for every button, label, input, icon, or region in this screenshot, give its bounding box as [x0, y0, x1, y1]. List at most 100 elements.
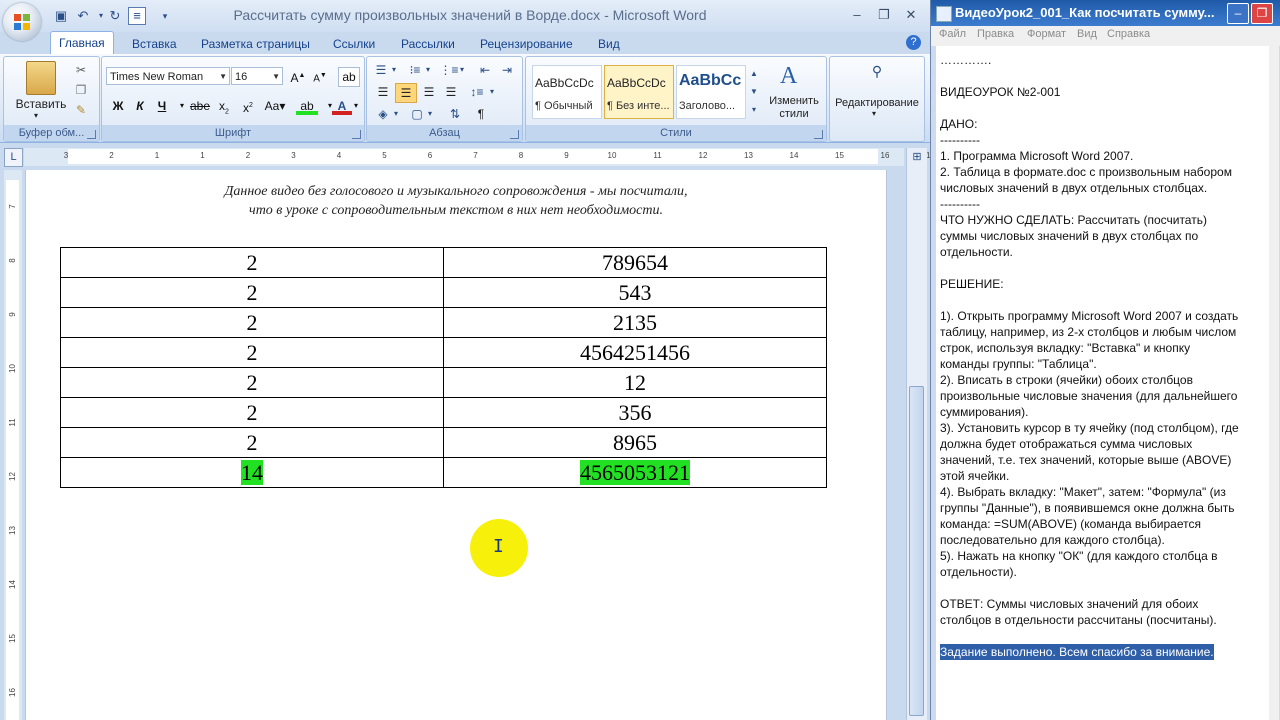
font-color-dropdown-icon[interactable]: ▾ [350, 97, 362, 115]
shrink-font-icon[interactable]: A▼ [310, 67, 330, 85]
ruler-toggle-icon[interactable]: ⊞ [909, 150, 925, 166]
menu-view[interactable]: Вид [1077, 28, 1097, 40]
table-cell[interactable]: 2 [60, 307, 444, 338]
menu-edit[interactable]: Правка [977, 28, 1014, 40]
increase-indent-icon[interactable]: ⇥ [497, 61, 517, 79]
styles-more-icon[interactable]: ▾ [748, 101, 760, 119]
clear-format-icon[interactable]: ab [338, 67, 360, 87]
underline-button[interactable]: Ч [152, 97, 172, 115]
italic-button[interactable]: К [130, 97, 150, 115]
editing-dropdown-icon[interactable]: ▾ [872, 109, 876, 118]
table-cell[interactable]: 789654 [443, 247, 827, 278]
vertical-scrollbar[interactable]: ⊞ [906, 148, 927, 720]
justify-icon[interactable]: ☰ [441, 83, 461, 101]
table-cell[interactable]: 2 [60, 397, 444, 428]
save-icon[interactable]: ▣ [52, 7, 70, 25]
bullets-dropdown-icon[interactable]: ▾ [389, 61, 399, 79]
paste-dropdown-icon[interactable]: ▾ [34, 111, 38, 120]
line-spacing-dropdown-icon[interactable]: ▾ [487, 83, 497, 101]
tab-insert[interactable]: Вставка [124, 34, 185, 54]
table-cell[interactable]: 8965 [443, 427, 827, 458]
office-button[interactable] [3, 3, 41, 41]
paragraph-launcher-icon[interactable] [510, 130, 519, 139]
table-cell[interactable]: 14 [60, 457, 444, 488]
change-styles-button[interactable]: Изменить стили [764, 95, 824, 121]
table-cell[interactable]: 12 [443, 367, 827, 398]
superscript-icon[interactable]: x2 [238, 97, 258, 115]
grow-font-icon[interactable]: A▲ [288, 67, 308, 85]
document-page[interactable]: Данное видео без голосового и музыкально… [25, 170, 887, 720]
numbering-dropdown-icon[interactable]: ▾ [423, 61, 433, 79]
tab-home[interactable]: Главная [50, 31, 114, 55]
tab-references[interactable]: Ссылки [325, 34, 383, 54]
change-case-icon[interactable]: Aa▾ [262, 97, 288, 115]
shading-icon[interactable]: ◈ [373, 105, 393, 123]
subscript-icon[interactable]: x2 [214, 97, 234, 115]
customize-qat-icon[interactable]: ▾ [156, 7, 174, 25]
horizontal-ruler[interactable]: 3211234567891011121314151617 [24, 148, 930, 166]
paste-icon[interactable] [26, 61, 56, 95]
clipboard-launcher-icon[interactable] [87, 130, 96, 139]
strikethrough-button[interactable]: abe [188, 97, 212, 115]
maximize-button[interactable]: ❐ [873, 6, 895, 24]
paste-button[interactable]: Вставить [8, 97, 74, 111]
format-painter-icon[interactable]: ✎ [74, 103, 88, 117]
table-cell[interactable]: 2 [60, 367, 444, 398]
editing-button[interactable]: Редактирование [830, 97, 924, 109]
sort-icon[interactable]: ⇅ [445, 105, 465, 123]
tab-selector-icon[interactable]: L [4, 148, 23, 167]
values-table[interactable]: 2 789654 2 543 2 2135 2 4564251456 2 12 2 356 2 8965 1… [60, 247, 827, 488]
menu-help[interactable]: Справка [1107, 28, 1150, 40]
styles-scroll-down-icon[interactable]: ▼ [748, 83, 760, 101]
style-normal[interactable]: AaBbCcDc ¶ Обычный [532, 65, 602, 119]
align-left-icon[interactable]: ☰ [373, 83, 393, 101]
tab-review[interactable]: Рецензирование [472, 34, 581, 54]
undo-icon[interactable]: ↶ [74, 7, 92, 25]
change-styles-icon[interactable]: A [780, 63, 797, 90]
font-name-combo[interactable]: Times New Roman ▼ [106, 67, 230, 85]
show-marks-icon[interactable]: ¶ [471, 105, 491, 123]
styles-scroll-up-icon[interactable]: ▲ [748, 65, 760, 83]
font-size-combo[interactable]: 16 ▼ [231, 67, 283, 85]
table-cell[interactable]: 4565053121 [443, 457, 827, 488]
copy-icon[interactable]: ❐ [74, 83, 88, 97]
table-cell[interactable]: 2 [60, 427, 444, 458]
redo-icon[interactable]: ↻ [106, 7, 124, 25]
table-cell[interactable]: 2 [60, 247, 444, 278]
style-heading[interactable]: AaBbCc Заголово... [676, 65, 746, 119]
shading-dropdown-icon[interactable]: ▾ [391, 105, 401, 123]
scroll-thumb[interactable] [909, 386, 924, 716]
align-center-icon[interactable]: ☰ [395, 83, 417, 103]
table-cell[interactable]: 356 [443, 397, 827, 428]
multilevel-list-icon[interactable]: ⋮≡ [439, 61, 459, 79]
notepad-scrollbar[interactable] [1269, 46, 1279, 720]
style-no-spacing[interactable]: AaBbCcDc ¶ Без инте... [604, 65, 674, 119]
tab-view[interactable]: Вид [590, 34, 628, 54]
table-cell[interactable]: 543 [443, 277, 827, 308]
help-icon[interactable]: ? [906, 35, 921, 50]
vertical-ruler[interactable]: 7891011121314151617 [4, 170, 22, 720]
line-spacing-icon[interactable]: ↕≡ [467, 83, 487, 101]
tab-mailings[interactable]: Рассылки [393, 34, 463, 54]
table-cell[interactable]: 2 [60, 337, 444, 368]
bold-button[interactable]: Ж [108, 97, 128, 115]
borders-dropdown-icon[interactable]: ▾ [425, 105, 435, 123]
table-cell[interactable]: 2 [60, 277, 444, 308]
styles-launcher-icon[interactable] [814, 130, 823, 139]
notepad-minimize-button[interactable]: – [1227, 3, 1249, 24]
print-layout-icon[interactable]: ≡ [128, 7, 146, 25]
notepad-maximize-button[interactable]: ❐ [1251, 3, 1273, 24]
menu-file[interactable]: Файл [939, 28, 966, 40]
bullets-icon[interactable]: ☰ [371, 61, 391, 79]
font-launcher-icon[interactable] [352, 130, 361, 139]
multilevel-dropdown-icon[interactable]: ▾ [457, 61, 467, 79]
table-cell[interactable]: 4564251456 [443, 337, 827, 368]
tab-page-layout[interactable]: Разметка страницы [193, 34, 318, 54]
cut-icon[interactable]: ✂ [74, 63, 88, 77]
close-button[interactable]: ✕ [900, 6, 922, 24]
numbering-icon[interactable]: ⁝≡ [405, 61, 425, 79]
decrease-indent-icon[interactable]: ⇤ [475, 61, 495, 79]
borders-icon[interactable]: ▢ [407, 105, 427, 123]
table-cell[interactable]: 2135 [443, 307, 827, 338]
notepad-text-area[interactable]: …………. ВИДЕОУРОК №2-001 ДАНО: ---------- 1. П… [936, 46, 1276, 720]
